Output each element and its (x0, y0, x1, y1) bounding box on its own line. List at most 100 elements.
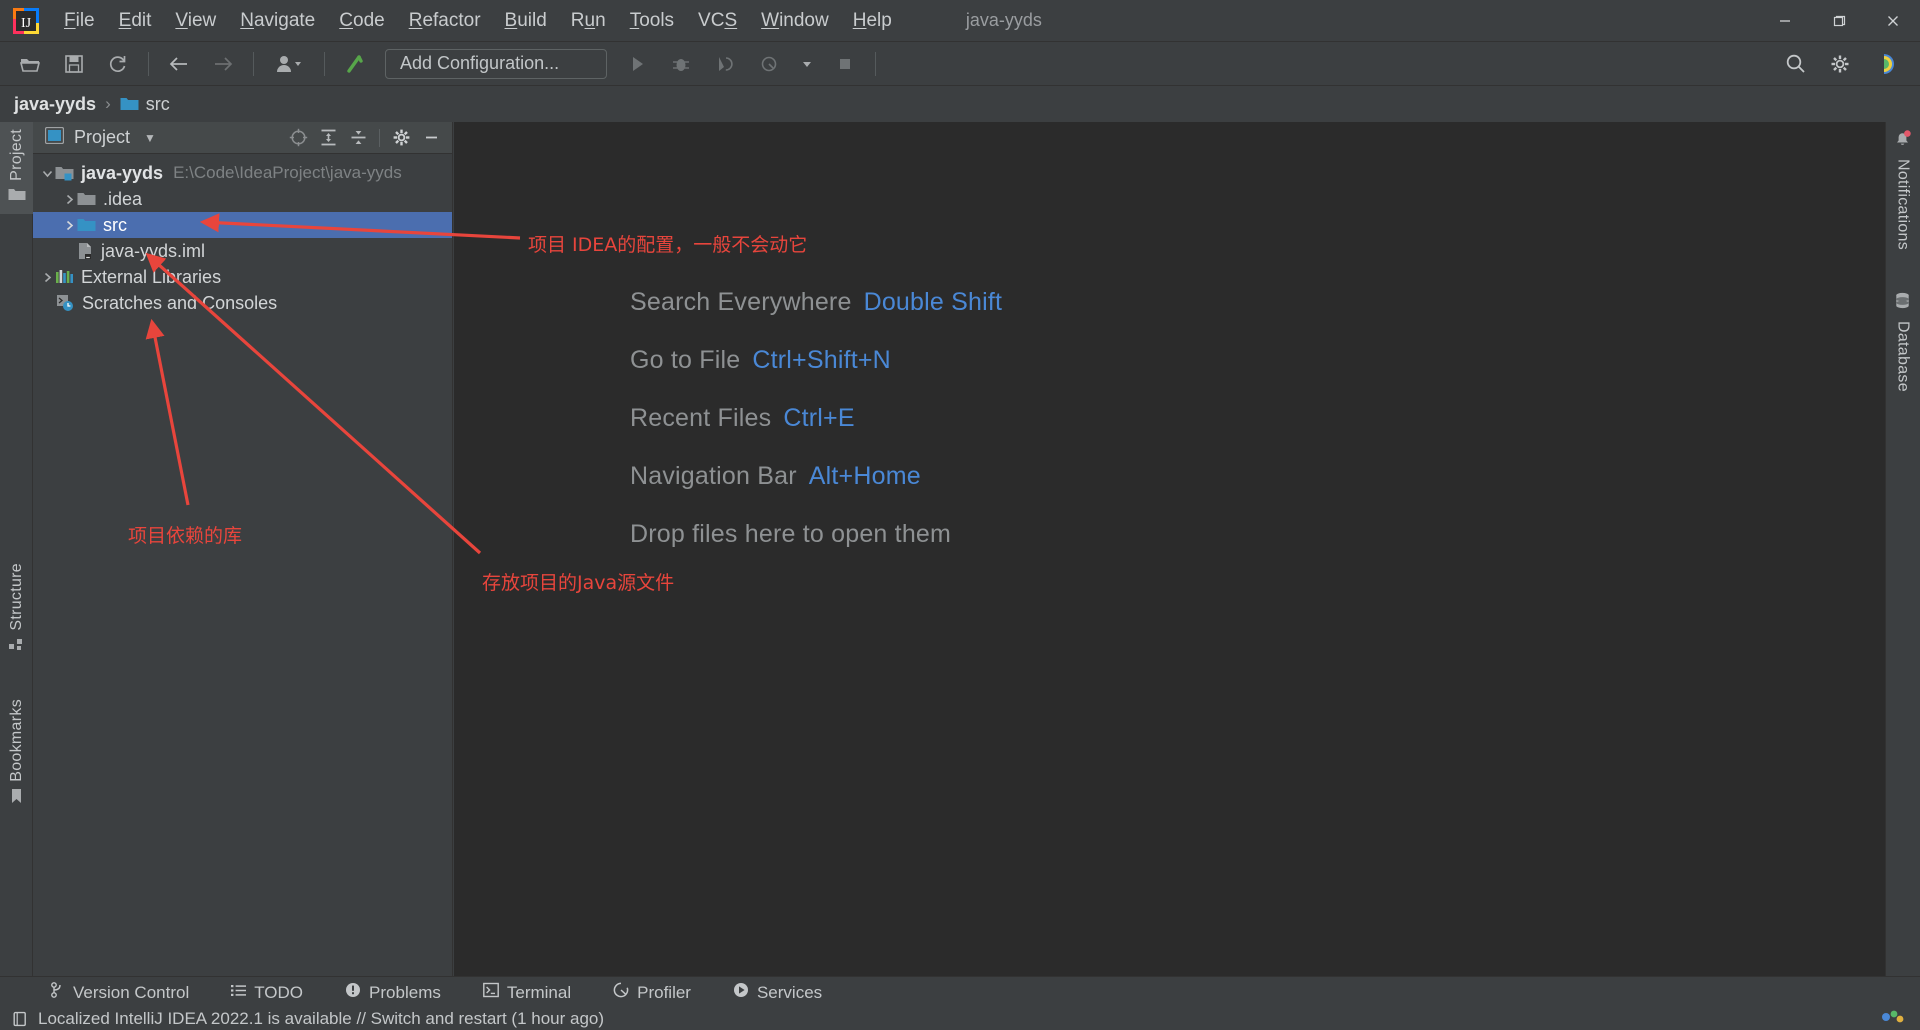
maximize-restore-button[interactable] (1812, 0, 1866, 42)
status-item-terminal[interactable]: Terminal (477, 980, 577, 1005)
tree-row[interactable]: .idea (33, 186, 452, 212)
status-bar: Localized IntelliJ IDEA 2022.1 is availa… (0, 1008, 1920, 1030)
tree-project-path: E:\Code\IdeaProject\java-yyds (173, 163, 402, 183)
breadcrumb-project[interactable]: java-yyds (14, 94, 96, 115)
editor-hint-list: Search EverywhereDouble Shift Go to File… (630, 288, 1330, 578)
tree-row[interactable]: java-yyds E:\Code\IdeaProject\java-yyds (33, 160, 452, 186)
profiler-icon (613, 982, 629, 1003)
debug-icon[interactable] (662, 47, 700, 81)
status-label: Profiler (637, 983, 691, 1003)
status-item-problems[interactable]: Problems (339, 980, 447, 1005)
menu-help[interactable]: Help (841, 6, 904, 36)
intellij-window: IJ File Edit View Navigate Code Refactor… (0, 0, 1920, 1030)
menu-navigate[interactable]: Navigate (228, 6, 327, 36)
toolbar-right-group (1774, 47, 1920, 81)
back-arrow-icon[interactable] (160, 47, 198, 81)
hint-key-label: Alt+Home (809, 462, 921, 490)
menu-window[interactable]: Window (749, 6, 841, 36)
search-icon[interactable] (1777, 47, 1815, 81)
tree-row[interactable]: java-yyds.iml (33, 238, 452, 264)
tree-row[interactable]: src (33, 212, 452, 238)
status-item-todo[interactable]: TODO (225, 981, 309, 1005)
expand-all-icon[interactable] (313, 124, 343, 152)
intellij-logo-icon: IJ (12, 7, 40, 35)
run-configuration-selector[interactable]: Add Configuration... (385, 49, 607, 79)
menu-run[interactable]: Run (559, 6, 618, 36)
sidebar-item-notifications[interactable]: Notifications (1886, 122, 1919, 262)
menu-view[interactable]: View (163, 6, 228, 36)
tree-row[interactable]: Scratches and Consoles (33, 290, 452, 316)
run-icon[interactable] (618, 47, 656, 81)
menu-build[interactable]: Build (493, 6, 559, 36)
menu-edit[interactable]: Edit (107, 6, 164, 36)
select-opened-file-icon[interactable] (283, 124, 313, 152)
window-title: java-yyds (966, 10, 1042, 31)
chevron-down-icon[interactable] (39, 168, 55, 179)
run-coverage-icon[interactable] (706, 47, 744, 81)
source-folder-icon (77, 217, 96, 233)
tool-window-bar-bottom: Version Control TODO Problems (0, 976, 1920, 1008)
stop-icon[interactable] (826, 47, 864, 81)
sidebar-item-bookmarks[interactable]: Bookmarks (0, 692, 33, 812)
refresh-icon[interactable] (99, 47, 137, 81)
tree-label-idea: .idea (103, 189, 142, 210)
sidebar-item-structure[interactable]: Structure (0, 556, 33, 660)
profile-icon[interactable] (750, 47, 788, 81)
status-label: Services (757, 983, 822, 1003)
menu-refactor[interactable]: Refactor (397, 6, 493, 36)
indexing-icon[interactable] (1880, 1008, 1906, 1030)
collapse-all-icon[interactable] (343, 124, 373, 152)
tree-label-project-root: java-yyds (81, 163, 163, 184)
chevron-down-icon[interactable] (794, 47, 820, 81)
rail-label-structure: Structure (8, 563, 26, 631)
panel-action-separator (379, 129, 380, 147)
grey-folder-icon (77, 191, 96, 207)
menu-file[interactable]: File (52, 6, 107, 36)
save-icon[interactable] (55, 47, 93, 81)
sidebar-item-project[interactable]: Project (0, 122, 33, 214)
annotation-project-libraries: 项目依赖的库 (128, 521, 242, 548)
ide-message-icon[interactable] (12, 1011, 28, 1027)
status-item-profiler[interactable]: Profiler (607, 980, 697, 1005)
tree-label-iml: java-yyds.iml (101, 241, 205, 262)
hint-key-label: Double Shift (864, 288, 1003, 316)
settings-gear-icon[interactable] (386, 124, 416, 152)
hint-recent-files: Recent Files Ctrl+E (630, 404, 1330, 433)
breadcrumb-src[interactable]: src (120, 94, 170, 115)
close-button[interactable] (1866, 0, 1920, 42)
rail-label-notifications: Notifications (1894, 159, 1912, 250)
libraries-icon (55, 269, 74, 285)
status-item-version-control[interactable]: Version Control (44, 980, 195, 1005)
account-icon[interactable] (1865, 47, 1903, 81)
chevron-right-icon[interactable] (39, 272, 55, 283)
status-item-services[interactable]: Services (727, 980, 828, 1005)
build-hammer-icon[interactable] (336, 47, 374, 81)
hint-action-label: Navigation Bar (630, 462, 797, 490)
chevron-right-icon[interactable] (61, 194, 77, 205)
open-folder-icon[interactable] (11, 47, 49, 81)
warning-icon (345, 982, 361, 1003)
bookmark-icon (9, 788, 24, 810)
minimize-button[interactable] (1758, 0, 1812, 42)
menu-tools[interactable]: Tools (618, 6, 686, 36)
tree-label-external-libraries: External Libraries (81, 267, 221, 288)
hint-action-label: Recent Files (630, 404, 771, 432)
rail-label-database: Database (1894, 321, 1912, 392)
title-bar: IJ File Edit View Navigate Code Refactor… (0, 0, 1920, 42)
menu-code[interactable]: Code (327, 6, 396, 36)
tree-row[interactable]: External Libraries (33, 264, 452, 290)
hint-key-label: Ctrl+E (783, 404, 854, 432)
scratches-icon (55, 294, 75, 312)
chevron-right-icon[interactable] (61, 220, 77, 231)
user-dropdown-icon[interactable] (265, 47, 313, 81)
status-bar-message[interactable]: Localized IntelliJ IDEA 2022.1 is availa… (38, 1009, 604, 1029)
sidebar-item-database[interactable]: Database (1886, 284, 1919, 404)
menu-vcs[interactable]: VCS (686, 6, 749, 36)
hide-icon[interactable] (416, 124, 446, 152)
chevron-down-icon[interactable]: ▼ (144, 131, 156, 145)
settings-gear-icon[interactable] (1821, 47, 1859, 81)
folder-icon (8, 187, 26, 207)
project-panel-actions (283, 124, 452, 152)
project-tool-window: Project ▼ (33, 122, 453, 976)
forward-arrow-icon[interactable] (204, 47, 242, 81)
